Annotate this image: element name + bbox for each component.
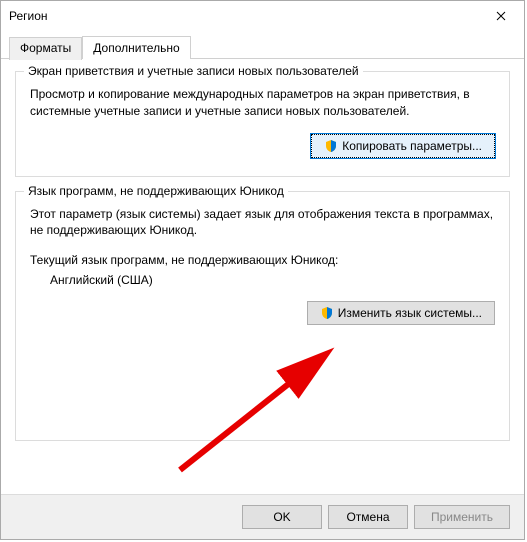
welcome-screen-legend: Экран приветствия и учетные записи новых…	[24, 64, 363, 78]
cancel-button[interactable]: Отмена	[328, 505, 408, 529]
tab-advanced[interactable]: Дополнительно	[82, 36, 190, 59]
current-language-value: Английский (США)	[50, 273, 495, 287]
window-title: Регион	[9, 9, 48, 23]
non-unicode-group: Язык программ, не поддерживающих Юникод …	[15, 191, 510, 441]
shield-icon	[320, 306, 334, 320]
close-icon	[496, 11, 506, 21]
close-button[interactable]	[478, 1, 524, 31]
tab-content: Экран приветствия и учетные записи новых…	[1, 59, 524, 494]
welcome-screen-group: Экран приветствия и учетные записи новых…	[15, 71, 510, 177]
non-unicode-description: Этот параметр (язык системы) задает язык…	[30, 206, 495, 240]
copy-settings-button[interactable]: Копировать параметры...	[311, 134, 495, 158]
change-system-locale-button[interactable]: Изменить язык системы...	[307, 301, 495, 325]
dialog-footer: OK Отмена Применить	[1, 494, 524, 539]
current-language-label: Текущий язык программ, не поддерживающих…	[30, 253, 495, 267]
copy-settings-label: Копировать параметры...	[342, 139, 482, 153]
non-unicode-legend: Язык программ, не поддерживающих Юникод	[24, 184, 288, 198]
shield-icon	[324, 139, 338, 153]
tab-formats[interactable]: Форматы	[9, 37, 82, 60]
welcome-screen-description: Просмотр и копирование международных пар…	[30, 86, 495, 120]
region-dialog: Регион Форматы Дополнительно Экран приве…	[0, 0, 525, 540]
tab-strip: Форматы Дополнительно	[1, 31, 524, 59]
change-system-locale-label: Изменить язык системы...	[338, 306, 482, 320]
ok-button[interactable]: OK	[242, 505, 322, 529]
apply-button[interactable]: Применить	[414, 505, 510, 529]
titlebar: Регион	[1, 1, 524, 31]
